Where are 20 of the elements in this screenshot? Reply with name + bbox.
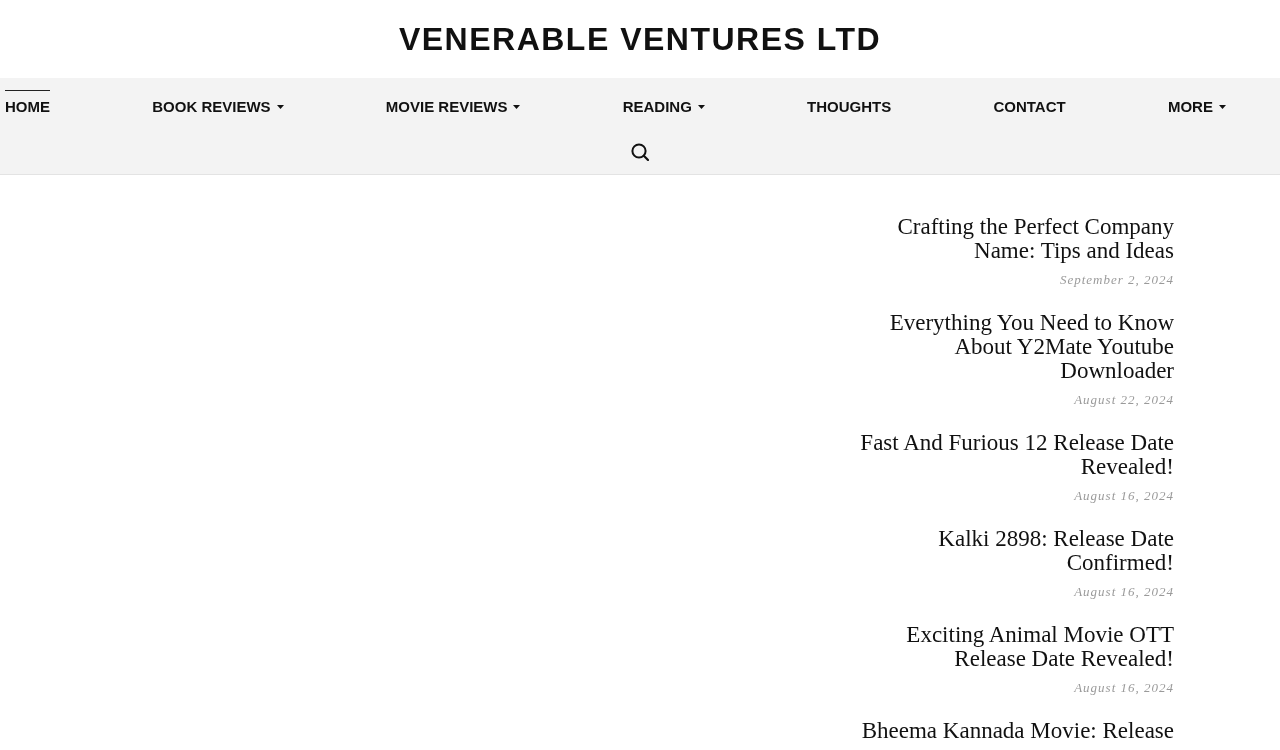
nav-link[interactable]: THOUGHTS [807,90,892,116]
post-date: August 16, 2024 [1074,584,1174,600]
site-title[interactable]: VENERABLE VENTURES LTD [398,20,882,58]
nav-link[interactable]: MORE [1167,90,1226,116]
post-date: August 16, 2024 [1074,488,1174,504]
nav-link[interactable]: CONTACT [993,90,1066,116]
nav-link[interactable]: BOOK REVIEWS [152,90,284,116]
nav-link[interactable]: READING [622,90,705,116]
post-date: August 16, 2024 [1074,680,1174,696]
post-date: September 2, 2024 [1059,272,1174,288]
post-title-link[interactable]: Kalki 2898: Release Date Confirmed! [844,527,1174,575]
search-icon[interactable] [631,143,649,161]
post-title-link[interactable]: Crafting the Perfect Company Name: Tips and Ideas [844,215,1174,263]
post-title-link[interactable]: Bheema Kannada Movie: Release [861,719,1174,743]
post-title-link[interactable]: Exciting Animal Movie OTT Release Date Revealed! [844,623,1174,671]
nav-link[interactable]: HOME [5,90,50,116]
nav-link[interactable]: MOVIE REVIEWS [385,90,521,116]
post-date: August 22, 2024 [1074,392,1174,408]
post-title-link[interactable]: Everything You Need to Know About Y2Mate Youtube Downloader [844,311,1174,383]
post-title-link[interactable]: Fast And Furious 12 Release Date Revealed! [844,431,1174,479]
